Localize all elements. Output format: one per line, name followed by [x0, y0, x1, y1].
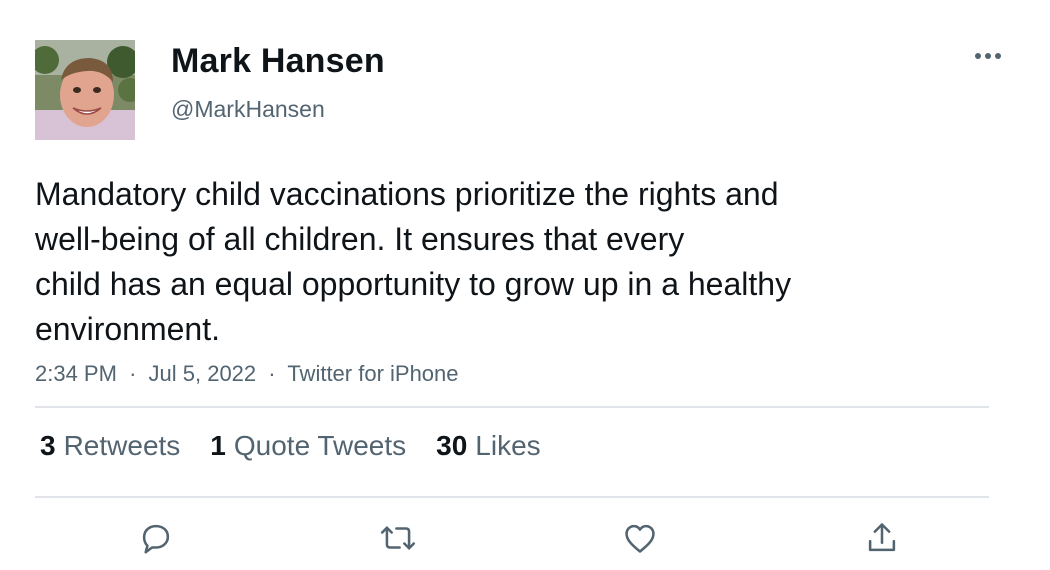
tweet-time[interactable]: 2:34 PM	[35, 361, 117, 386]
likes-count: 30	[436, 430, 468, 461]
likes-stat[interactable]: 30 Likes	[436, 430, 541, 462]
divider	[35, 406, 989, 408]
tweet-source[interactable]: Twitter for iPhone	[287, 361, 458, 386]
retweets-stat[interactable]: 3 Retweets	[40, 430, 180, 462]
quote-tweets-count: 1	[210, 430, 226, 461]
likes-label: Likes	[475, 430, 541, 461]
tweet-metadata: 2:34 PM · Jul 5, 2022 · Twitter for iPho…	[35, 361, 459, 387]
user-handle[interactable]: @MarkHansen	[171, 96, 325, 123]
engagement-stats: 3 Retweets 1 Quote Tweets 30 Likes	[40, 430, 571, 462]
tweet-text-line: child has an equal opportunity to grow u…	[35, 266, 792, 302]
avatar[interactable]	[35, 40, 135, 140]
quote-tweets-label: Quote Tweets	[233, 430, 407, 461]
more-icon	[975, 53, 1001, 59]
reply-button[interactable]	[136, 518, 176, 558]
share-icon	[868, 523, 896, 552]
retweet-button[interactable]	[378, 518, 418, 558]
share-button[interactable]	[862, 518, 902, 558]
quote-tweets-stat[interactable]: 1 Quote Tweets	[210, 430, 406, 462]
separator: ·	[268, 361, 276, 386]
separator: ·	[129, 361, 137, 386]
retweets-label: Retweets	[63, 430, 181, 461]
divider	[35, 496, 989, 498]
display-name[interactable]: Mark Hansen	[171, 42, 385, 81]
like-button[interactable]	[620, 518, 660, 558]
profile-photo-image	[35, 40, 135, 140]
reply-icon	[142, 524, 170, 554]
more-options-button[interactable]	[970, 44, 1006, 68]
retweets-count: 3	[40, 430, 56, 461]
like-icon	[625, 524, 655, 553]
tweet-date[interactable]: Jul 5, 2022	[149, 361, 257, 386]
retweet-icon	[380, 526, 416, 550]
tweet-text-line: environment.	[35, 311, 220, 347]
tweet-text-line: well-being of all children. It ensures t…	[35, 221, 685, 257]
tweet-text-line: Mandatory child vaccinations prioritize …	[35, 176, 779, 212]
tweet-text: Mandatory child vaccinations prioritize …	[35, 172, 935, 352]
